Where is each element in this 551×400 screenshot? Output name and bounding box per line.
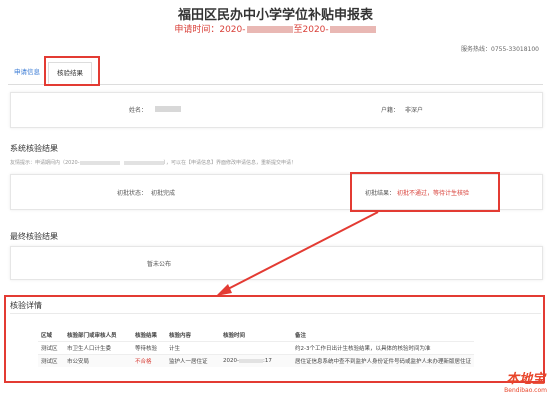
basic-info-panel: 姓名： 户籍： 非深户 <box>10 92 543 128</box>
bendibao-watermark: 本地宝 Bendibao.com <box>504 368 547 394</box>
highlight-box-tab <box>44 56 100 86</box>
redacted-date <box>246 26 293 33</box>
watermark-domain: Bendibao.com <box>504 387 547 394</box>
system-check-title: 系统核验结果 <box>10 144 58 153</box>
hukou-value: 非深户 <box>405 107 424 114</box>
cell-area: 测试区 <box>38 341 64 355</box>
final-check-panel: 暂未公布 <box>10 246 543 280</box>
redacted-date <box>329 26 376 33</box>
cell-content: 监护人一居住证 <box>166 354 220 367</box>
cell-remark: 居住证信息系统中查不到监护人身份证件号码或监护人未办理新版居住证 <box>292 354 475 367</box>
note-text-b: ），可以在【申请信息】界面修改申请信息，重新提交申请！ <box>163 160 297 166</box>
final-check-title: 最终核验结果 <box>10 232 58 241</box>
cell-result: 等待核验 <box>132 341 166 355</box>
cell-result: 不合格 <box>132 354 166 367</box>
first-status-value: 初批完成 <box>151 190 176 197</box>
col-content: 核验内容 <box>169 333 192 339</box>
note-text-a: 友情提示：申请期间内（2020- <box>10 160 80 166</box>
redacted-name <box>155 106 181 112</box>
hotline: 服务热线：0755-33018100 <box>461 46 539 53</box>
redacted-time <box>238 358 263 363</box>
detail-table: 区域 核验部门或审核人员 核验结果 核验内容 核验时间 备注 测试区 市卫生人口… <box>38 329 475 367</box>
time-tail: :17 <box>262 358 272 364</box>
watermark-logo: 本地宝 <box>506 372 546 387</box>
cell-remark: 约2-3个工作日出计生核验结果，以具体的核验时间为准 <box>292 341 475 355</box>
cell-dept: 市卫生人口计生委 <box>64 341 132 355</box>
cell-area: 测试区 <box>38 354 64 367</box>
table-row: 测试区 市卫生人口计生委 等待核验 计生 约2-3个工作日出计生核验结果，以具体… <box>38 341 475 355</box>
system-check-note: 友情提示：申请期间内（2020- ），可以在【申请信息】界面修改申请信息，重新提交… <box>10 159 296 166</box>
name-label: 姓名： <box>129 107 148 114</box>
tab-apply-info[interactable]: 申请信息 <box>14 66 40 78</box>
detail-header-row: 区域 核验部门或审核人员 核验结果 核验内容 核验时间 备注 <box>38 329 474 342</box>
hukou-label: 户籍： <box>381 107 400 114</box>
first-status-label: 初批状态： <box>117 190 148 197</box>
redacted-range <box>123 160 164 165</box>
col-time: 核验时间 <box>223 333 246 339</box>
col-result: 核验结果 <box>135 333 158 339</box>
apply-time-prefix: 申请时间：2020- <box>174 25 246 35</box>
cell-time <box>220 341 292 355</box>
col-area: 区域 <box>41 333 53 339</box>
apply-time: 申请时间：2020- 至2020- <box>0 22 551 35</box>
time-prefix: 2020- <box>223 358 239 364</box>
apply-time-mid: 至2020- <box>293 25 329 35</box>
page-title: 福田区民办中小学学位补贴申报表 <box>177 8 373 23</box>
table-row: 测试区 市公安局 不合格 监护人一居住证 2020- :17 居住证信息系统中查不… <box>38 354 475 367</box>
col-dept: 核验部门或审核人员 <box>67 333 117 339</box>
cell-content: 计生 <box>166 341 220 355</box>
cell-time: 2020- :17 <box>220 354 292 367</box>
redacted-range <box>79 160 120 165</box>
col-remark: 备注 <box>295 333 307 339</box>
highlight-box-first-result <box>350 172 500 212</box>
cell-dept: 市公安局 <box>64 354 132 367</box>
final-check-value: 暂未公布 <box>147 261 172 268</box>
